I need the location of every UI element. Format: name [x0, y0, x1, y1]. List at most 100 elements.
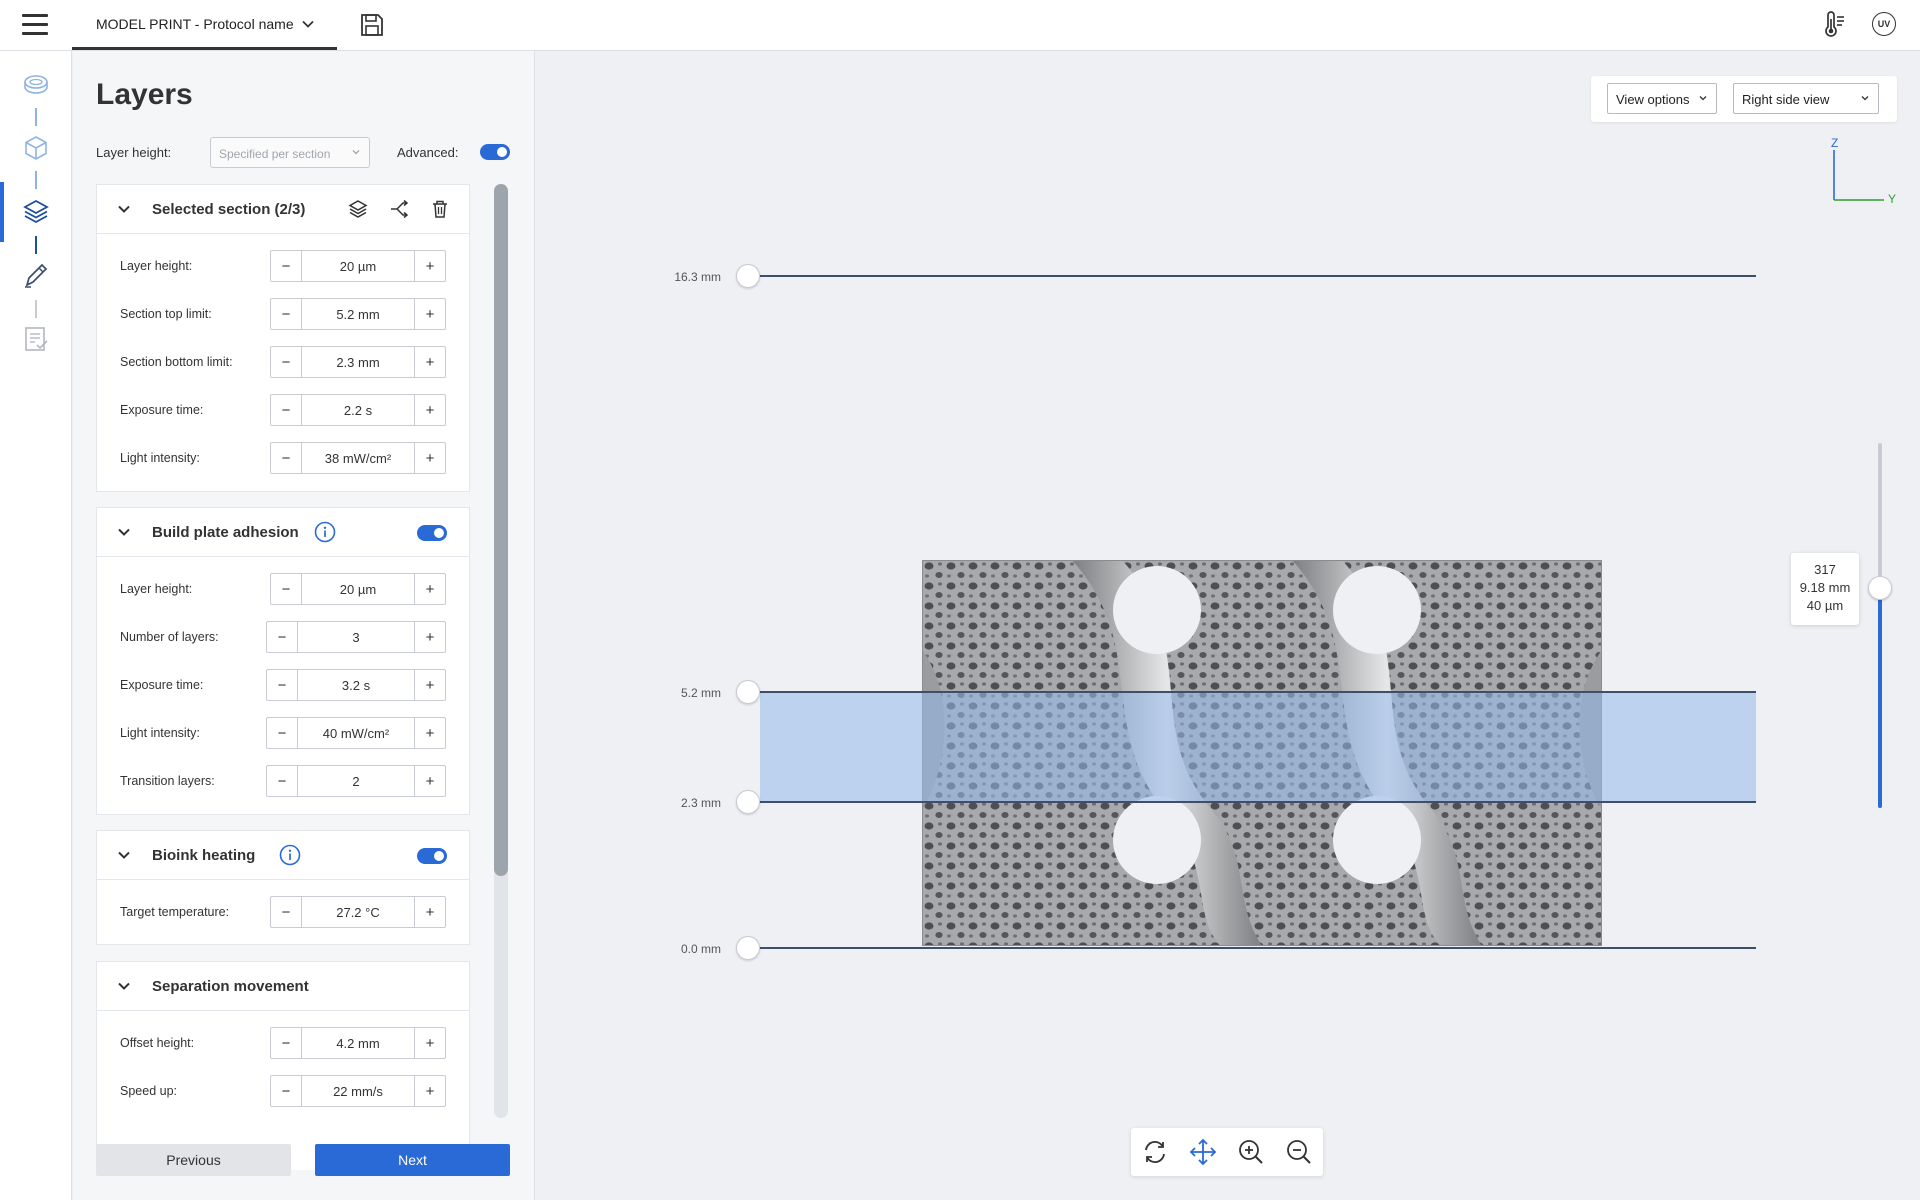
advanced-toggle[interactable] [480, 144, 510, 160]
field-value[interactable]: 27.2 °C [301, 897, 415, 927]
field-value[interactable]: 20 µm [301, 251, 415, 281]
speed-up-stepper[interactable]: − 22 mm/s + [270, 1075, 446, 1107]
decrement-button[interactable]: − [271, 897, 301, 927]
level-handle-bottom[interactable] [736, 936, 760, 960]
field-value[interactable]: 4.2 mm [301, 1028, 415, 1058]
chevron-down-icon[interactable] [117, 202, 131, 216]
level-handle-section-top[interactable] [736, 680, 760, 704]
thermometer-icon[interactable] [1820, 11, 1848, 39]
decrement-button[interactable]: − [271, 299, 301, 329]
trash-icon[interactable] [429, 198, 451, 220]
field-row: Exposure time: − 2.2 s + [97, 394, 471, 426]
decrement-button[interactable]: − [271, 443, 301, 473]
field-value[interactable]: 3 [297, 622, 415, 652]
field-value[interactable]: 5.2 mm [301, 299, 415, 329]
field-value[interactable]: 2 [297, 766, 415, 796]
menu-icon[interactable] [22, 14, 48, 36]
save-icon[interactable] [359, 12, 385, 38]
zoom-out-icon[interactable] [1284, 1137, 1314, 1167]
field-value[interactable]: 38 mW/cm² [301, 443, 415, 473]
pan-icon[interactable] [1188, 1137, 1218, 1167]
chevron-down-icon[interactable] [117, 848, 131, 862]
layer-height-select-value: Specified per section [219, 147, 331, 161]
selected-section-header[interactable]: Selected section (2/3) [97, 185, 469, 234]
panel-scrollbar[interactable] [494, 184, 508, 1118]
field-value[interactable]: 20 µm [301, 574, 415, 604]
exposure-time-stepper[interactable]: − 2.2 s + [270, 394, 446, 426]
increment-button[interactable]: + [415, 574, 445, 604]
increment-button[interactable]: + [415, 718, 445, 748]
section-top-limit-stepper[interactable]: − 5.2 mm + [270, 298, 446, 330]
increment-button[interactable]: + [415, 251, 445, 281]
decrement-button[interactable]: − [271, 251, 301, 281]
increment-button[interactable]: + [415, 347, 445, 377]
uv-status-badge[interactable]: UV [1872, 12, 1896, 36]
increment-button[interactable]: + [415, 299, 445, 329]
bioink-heating-toggle[interactable] [417, 848, 447, 864]
field-value[interactable]: 2.2 s [301, 395, 415, 425]
increment-button[interactable]: + [415, 1076, 445, 1106]
decrement-button[interactable]: − [271, 395, 301, 425]
info-icon[interactable] [279, 844, 301, 866]
number-of-layers-stepper[interactable]: − 3 + [266, 621, 446, 653]
decrement-button[interactable]: − [267, 718, 297, 748]
chevron-down-icon[interactable] [117, 979, 131, 993]
rail-model-cube-icon[interactable] [22, 134, 50, 162]
layer-height-stepper[interactable]: − 20 µm + [270, 250, 446, 282]
adhesion-layer-height-stepper[interactable]: − 20 µm + [270, 573, 446, 605]
adhesion-exposure-time-stepper[interactable]: − 3.2 s + [266, 669, 446, 701]
level-handle-section-bottom[interactable] [736, 790, 760, 814]
decrement-button[interactable]: − [267, 766, 297, 796]
increment-button[interactable]: + [415, 1028, 445, 1058]
layers-icon[interactable] [347, 198, 369, 220]
view-side-select[interactable]: Right side view [1733, 83, 1879, 114]
field-value[interactable]: 40 mW/cm² [297, 718, 415, 748]
next-button[interactable]: Next [315, 1144, 510, 1176]
increment-button[interactable]: + [415, 622, 445, 652]
view-options-select[interactable]: View options [1607, 83, 1717, 114]
info-icon[interactable] [314, 521, 336, 543]
axis-y-label: Y [1888, 192, 1897, 206]
split-icon[interactable] [388, 198, 410, 220]
zoom-in-icon[interactable] [1236, 1137, 1266, 1167]
decrement-button[interactable]: − [271, 1028, 301, 1058]
increment-button[interactable]: + [415, 670, 445, 700]
scrollbar-thumb[interactable] [494, 184, 508, 876]
protocol-tab[interactable]: MODEL PRINT - Protocol name [72, 0, 337, 50]
rail-pen-icon[interactable] [22, 261, 50, 289]
rail-plate-icon[interactable] [22, 71, 50, 99]
chevron-down-icon[interactable] [117, 525, 131, 539]
build-plate-adhesion-header[interactable]: Build plate adhesion [97, 508, 469, 557]
adhesion-light-intensity-stepper[interactable]: − 40 mW/cm² + [266, 717, 446, 749]
bioink-heating-header[interactable]: Bioink heating [97, 831, 469, 880]
separation-movement-header[interactable]: Separation movement [97, 962, 469, 1011]
level-handle-top[interactable] [736, 264, 760, 288]
decrement-button[interactable]: − [267, 670, 297, 700]
decrement-button[interactable]: − [271, 574, 301, 604]
rail-checklist-icon[interactable] [22, 325, 50, 353]
decrement-button[interactable]: − [271, 1076, 301, 1106]
layer-height-select[interactable]: Specified per section [210, 137, 370, 168]
offset-height-stepper[interactable]: − 4.2 mm + [270, 1027, 446, 1059]
section-bottom-limit-stepper[interactable]: − 2.3 mm + [270, 346, 446, 378]
layer-slider-handle[interactable] [1868, 576, 1892, 600]
selected-section-band [760, 692, 1756, 802]
build-plate-adhesion-toggle[interactable] [417, 525, 447, 541]
increment-button[interactable]: + [415, 897, 445, 927]
field-value[interactable]: 3.2 s [297, 670, 415, 700]
chevron-down-icon[interactable] [301, 17, 315, 31]
decrement-button[interactable]: − [271, 347, 301, 377]
increment-button[interactable]: + [415, 395, 445, 425]
field-value[interactable]: 22 mm/s [301, 1076, 415, 1106]
increment-button[interactable]: + [415, 443, 445, 473]
transition-layers-stepper[interactable]: − 2 + [266, 765, 446, 797]
rotate-icon[interactable] [1140, 1137, 1170, 1167]
target-temperature-stepper[interactable]: − 27.2 °C + [270, 896, 446, 928]
previous-button[interactable]: Previous [96, 1144, 291, 1176]
increment-button[interactable]: + [415, 766, 445, 796]
light-intensity-stepper[interactable]: − 38 mW/cm² + [270, 442, 446, 474]
decrement-button[interactable]: − [267, 622, 297, 652]
rail-layers-icon[interactable] [22, 197, 50, 225]
field-value[interactable]: 2.3 mm [301, 347, 415, 377]
sections-scroll-area[interactable]: Selected section (2/3) Layer height: − 2… [96, 184, 479, 1170]
